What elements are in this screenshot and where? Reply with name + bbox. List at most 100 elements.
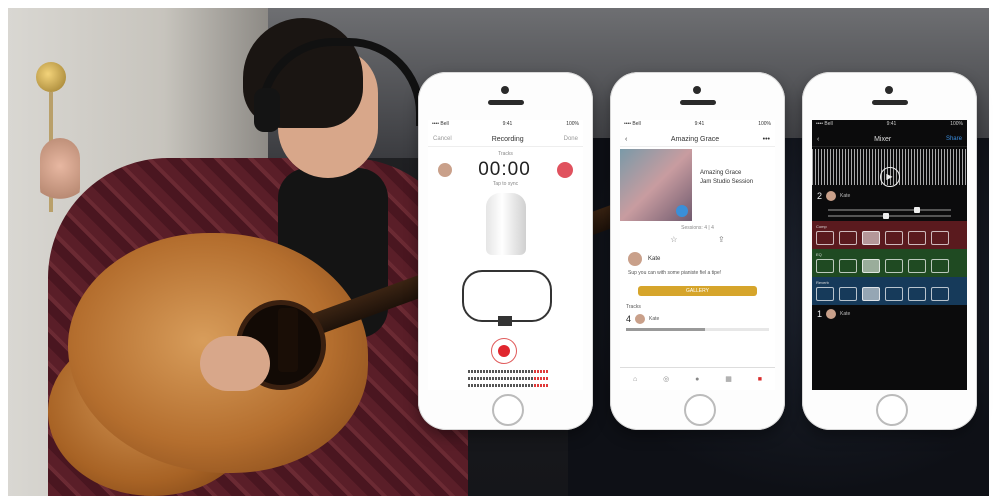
volume-slider[interactable] bbox=[828, 207, 951, 213]
recording-timer: 00:00 bbox=[478, 159, 531, 180]
mixer-track[interactable]: 1 Kate bbox=[812, 305, 967, 323]
home-button[interactable] bbox=[492, 394, 524, 426]
track-user: Kate bbox=[840, 193, 851, 199]
microphone-icon bbox=[485, 193, 526, 255]
clock: 9:41 bbox=[502, 121, 513, 127]
effect-pad[interactable] bbox=[885, 231, 903, 245]
track-user: Kate bbox=[840, 311, 851, 317]
slider-knob[interactable] bbox=[914, 207, 921, 213]
effect-pad[interactable] bbox=[908, 287, 926, 301]
effect-pad[interactable] bbox=[862, 259, 880, 273]
tab-home[interactable]: ⌂ bbox=[633, 376, 637, 383]
avatar[interactable] bbox=[628, 252, 642, 266]
share-button[interactable]: Share bbox=[946, 136, 962, 142]
strumming-hand bbox=[200, 336, 270, 391]
battery: 100% bbox=[950, 121, 963, 127]
tab-collaborate[interactable]: ◎ bbox=[663, 375, 669, 383]
timer-caption: Tracks bbox=[498, 151, 513, 157]
effect-pad[interactable] bbox=[885, 259, 903, 273]
effect-pad[interactable] bbox=[839, 259, 857, 273]
guitar-bridge bbox=[278, 308, 298, 372]
earpiece bbox=[680, 100, 716, 105]
mount-base bbox=[498, 316, 512, 326]
session-screen: •••• Bell 9:41 100% ‹ Amazing Grace ••• … bbox=[620, 120, 775, 390]
track-number: 2 bbox=[817, 191, 823, 201]
avatar bbox=[826, 309, 837, 319]
phone-mixer: •••• Bell 9:41 100% ‹ Mixer Share ▶ 2 Ka… bbox=[802, 72, 977, 430]
bank-label: Reverb bbox=[816, 280, 829, 285]
bank-label: EQ bbox=[816, 252, 822, 257]
nav-bar: ‹ Mixer Share bbox=[812, 132, 967, 147]
user-name: Kate bbox=[648, 256, 661, 262]
tab-sessions[interactable]: ▦ bbox=[725, 375, 732, 383]
tab-record[interactable]: ● bbox=[695, 376, 699, 383]
earpiece bbox=[488, 100, 524, 105]
front-camera bbox=[693, 86, 701, 94]
play-icon[interactable]: ▶ bbox=[879, 167, 900, 187]
effect-pad[interactable] bbox=[862, 231, 880, 245]
effect-pad[interactable] bbox=[908, 259, 926, 273]
tab-bar: ⌂ ◎ ● ▦ ■ bbox=[620, 367, 775, 390]
effect-pad[interactable] bbox=[908, 231, 926, 245]
phone-recording: •••• Bell 9:41 100% Cancel Recording Don… bbox=[418, 72, 593, 430]
effect-pad[interactable] bbox=[931, 231, 949, 245]
nav-bar: ‹ Amazing Grace ••• bbox=[620, 132, 775, 147]
clock: 9:41 bbox=[886, 121, 897, 127]
tab-favourites[interactable]: ■ bbox=[758, 376, 762, 383]
slider-knob[interactable] bbox=[883, 213, 890, 219]
home-button[interactable] bbox=[876, 394, 908, 426]
more-icon[interactable]: ••• bbox=[763, 136, 770, 143]
timer-row: 00:00 bbox=[428, 159, 583, 181]
effect-pads bbox=[816, 287, 963, 301]
carrier: •••• Bell bbox=[816, 121, 833, 127]
done-button[interactable]: Done bbox=[564, 136, 578, 142]
track-row[interactable]: 4 Kate bbox=[620, 312, 775, 326]
play-badge-icon[interactable] bbox=[676, 205, 688, 217]
effect-pads bbox=[816, 231, 963, 245]
tracks-label: Tracks bbox=[626, 304, 641, 310]
level-meters bbox=[468, 366, 548, 390]
effect-pad[interactable] bbox=[816, 259, 834, 273]
effect-bank: Reverb bbox=[812, 277, 967, 305]
share-icon[interactable]: ⇪ bbox=[718, 235, 725, 244]
session-header: Amazing Grace Jam Studio Session bbox=[620, 149, 775, 221]
cover-photo[interactable] bbox=[620, 149, 692, 221]
back-chevron-icon[interactable]: ‹ bbox=[625, 136, 627, 143]
front-camera bbox=[885, 86, 893, 94]
home-button[interactable] bbox=[684, 394, 716, 426]
screen-title: Amazing Grace bbox=[670, 135, 720, 143]
record-button[interactable] bbox=[491, 338, 517, 364]
comment-author: Kate bbox=[620, 248, 775, 270]
track-progress-fill bbox=[626, 328, 705, 331]
session-meta: Amazing Grace Jam Studio Session bbox=[692, 149, 753, 221]
metronome-icon[interactable] bbox=[556, 162, 573, 178]
star-icon[interactable]: ☆ bbox=[670, 235, 677, 244]
status-bar: •••• Bell 9:41 100% bbox=[812, 120, 967, 132]
front-camera bbox=[501, 86, 509, 94]
gallery-button[interactable]: GALLERY bbox=[638, 286, 757, 296]
pan-slider[interactable] bbox=[828, 213, 951, 219]
action-icons: ☆ ⇪ bbox=[650, 235, 745, 244]
recording-screen: •••• Bell 9:41 100% Cancel Recording Don… bbox=[428, 120, 583, 390]
effect-pad[interactable] bbox=[839, 231, 857, 245]
effect-pad[interactable] bbox=[816, 231, 834, 245]
effect-pad[interactable] bbox=[931, 287, 949, 301]
effect-pad[interactable] bbox=[931, 259, 949, 273]
avatar[interactable] bbox=[438, 163, 452, 177]
battery: 100% bbox=[566, 121, 579, 127]
status-bar: •••• Bell 9:41 100% bbox=[620, 120, 775, 132]
back-chevron-icon[interactable]: ‹ bbox=[817, 136, 819, 143]
mixer-track[interactable]: 2 Kate bbox=[812, 187, 967, 205]
effect-pad[interactable] bbox=[816, 287, 834, 301]
effect-pad[interactable] bbox=[885, 287, 903, 301]
effect-pad[interactable] bbox=[862, 287, 880, 301]
cancel-button[interactable]: Cancel bbox=[433, 136, 452, 142]
phone-session: •••• Bell 9:41 100% ‹ Amazing Grace ••• … bbox=[610, 72, 785, 430]
track-progress[interactable] bbox=[626, 328, 769, 331]
bank-label: Comp bbox=[816, 224, 827, 229]
timer-subtitle: Tap to sync bbox=[492, 181, 519, 187]
screen-title: Mixer bbox=[874, 135, 892, 143]
status-bar: •••• Bell 9:41 100% bbox=[428, 120, 583, 132]
track-user: Kate bbox=[649, 316, 660, 322]
effect-pad[interactable] bbox=[839, 287, 857, 301]
